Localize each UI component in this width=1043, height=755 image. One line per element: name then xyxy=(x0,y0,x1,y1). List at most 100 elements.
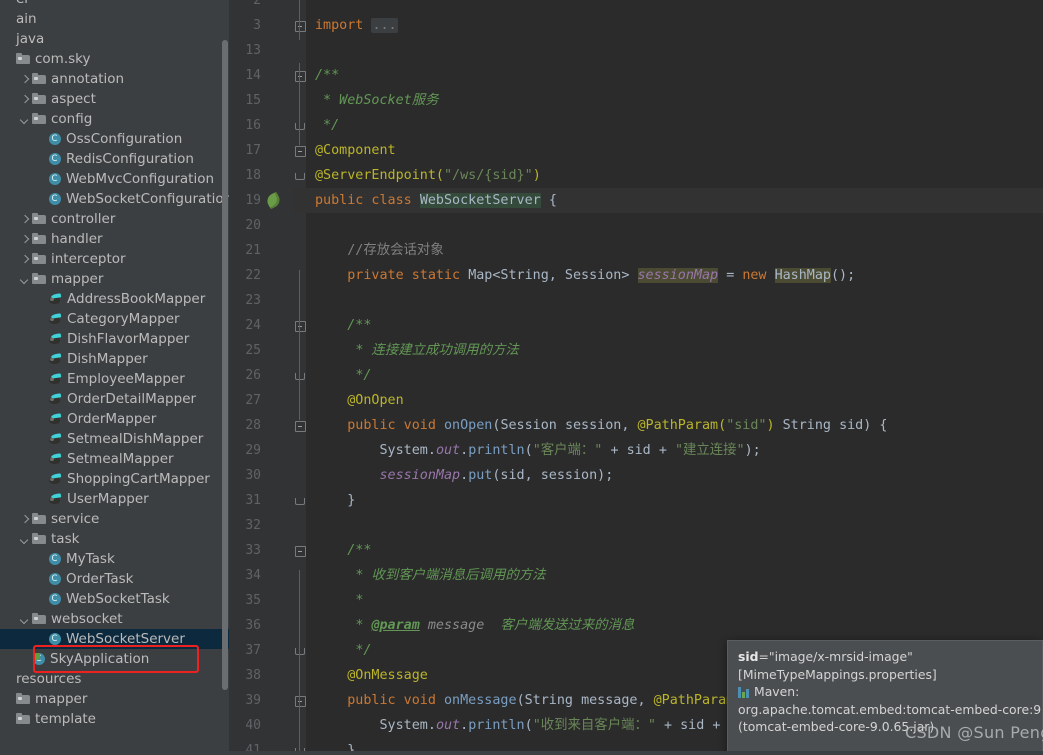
folder-icon xyxy=(32,112,47,126)
tree-item-dishflavormapper[interactable]: DishFlavorMapper xyxy=(0,329,229,349)
tree-item-java[interactable]: java xyxy=(0,29,229,49)
code-line[interactable]: 27 @OnOpen xyxy=(229,388,1043,413)
code-line[interactable]: 3 import ... xyxy=(229,13,1043,38)
code-line[interactable]: 35 * xyxy=(229,588,1043,613)
tree-item-websocket[interactable]: websocket xyxy=(0,609,229,629)
tree-item-task[interactable]: task xyxy=(0,529,229,549)
code-line[interactable]: 21 //存放会话对象 xyxy=(229,238,1043,263)
tree-item-aspect[interactable]: aspect xyxy=(0,89,229,109)
code-line[interactable]: 30 sessionMap.put(sid, session); xyxy=(229,463,1043,488)
code-line[interactable]: 34 * 收到客户端消息后调用的方法 xyxy=(229,563,1043,588)
tree-item-interceptor[interactable]: interceptor xyxy=(0,249,229,269)
tree-item-shoppingcartmapper[interactable]: ShoppingCartMapper xyxy=(0,469,229,489)
chevron-right-icon[interactable] xyxy=(20,74,31,85)
fold-marker-minus[interactable] xyxy=(295,696,306,707)
tree-no-chevron xyxy=(4,0,15,5)
code-line[interactable]: 14 /** xyxy=(229,63,1043,88)
java-class-icon: C xyxy=(48,132,62,146)
chevron-right-icon[interactable] xyxy=(20,234,31,245)
code-line[interactable]: 31 } xyxy=(229,488,1043,513)
tree-item-label: resources xyxy=(16,671,82,687)
tree-item-er[interactable]: er xyxy=(0,0,229,9)
code-line[interactable]: 20 xyxy=(229,213,1043,238)
tree-no-chevron xyxy=(36,374,47,385)
chevron-right-icon[interactable] xyxy=(20,514,31,525)
fold-marker-plus[interactable] xyxy=(295,21,306,32)
tree-item-setmealmapper[interactable]: SetmealMapper xyxy=(0,449,229,469)
mybatis-mapper-icon xyxy=(48,313,63,326)
code-line[interactable]: 18 @ServerEndpoint("/ws/{sid}") xyxy=(229,163,1043,188)
tree-item-annotation[interactable]: annotation xyxy=(0,69,229,89)
tree-item-websockettask[interactable]: C WebSocketTask xyxy=(0,589,229,609)
project-tool-window[interactable]: erainjavacom.skyannotationaspectconfigCO… xyxy=(0,0,229,755)
tree-item-service[interactable]: service xyxy=(0,509,229,529)
tree-item-setmealdishmapper[interactable]: SetmealDishMapper xyxy=(0,429,229,449)
project-tree-scrollbar[interactable] xyxy=(221,0,229,755)
tree-item-ossconfiguration[interactable]: C OssConfiguration xyxy=(0,129,229,149)
tree-item-webmvcconfiguration[interactable]: C WebMvcConfiguration xyxy=(0,169,229,189)
chevron-right-icon[interactable] xyxy=(20,254,31,265)
folder-icon xyxy=(16,692,31,706)
tree-item-label: er xyxy=(16,0,30,7)
tree-item-template[interactable]: template xyxy=(0,709,229,729)
fold-marker-minus[interactable] xyxy=(295,71,306,82)
tree-item-config[interactable]: config xyxy=(0,109,229,129)
code-line[interactable]: 32 xyxy=(229,513,1043,538)
code-line[interactable]: 24 /** xyxy=(229,313,1043,338)
code-line[interactable]: 22 private static Map<String, Session> s… xyxy=(229,263,1043,288)
spring-bean-gutter-icon[interactable] xyxy=(264,191,283,210)
chevron-right-icon[interactable] xyxy=(20,214,31,225)
code-line[interactable]: 17 @Component xyxy=(229,138,1043,163)
code-line[interactable]: 26 */ xyxy=(229,363,1043,388)
chevron-right-icon[interactable] xyxy=(20,94,31,105)
code-line[interactable]: 23 xyxy=(229,288,1043,313)
tree-item-ordermapper[interactable]: OrderMapper xyxy=(0,409,229,429)
tree-item-dishmapper[interactable]: DishMapper xyxy=(0,349,229,369)
tree-item-employeemapper[interactable]: EmployeeMapper xyxy=(0,369,229,389)
line-number: 14 xyxy=(245,68,261,83)
tree-item-ordertask[interactable]: C OrderTask xyxy=(0,569,229,589)
tree-item-mapper[interactable]: mapper xyxy=(0,269,229,289)
tree-item-mapper[interactable]: mapper xyxy=(0,689,229,709)
chevron-down-icon[interactable] xyxy=(20,614,31,625)
tree-item-categorymapper[interactable]: CategoryMapper xyxy=(0,309,229,329)
tree-item-handler[interactable]: handler xyxy=(0,229,229,249)
fold-marker-endb[interactable] xyxy=(295,171,305,180)
chevron-down-icon[interactable] xyxy=(20,114,31,125)
code-line[interactable]: 19 public class WebSocketServer { xyxy=(229,188,1043,213)
tree-item-ain[interactable]: ain xyxy=(0,9,229,29)
code-line[interactable]: 33 /** xyxy=(229,538,1043,563)
fold-marker-endb[interactable] xyxy=(295,496,305,505)
line-number: 33 xyxy=(245,543,261,558)
code-line[interactable]: 16 */ xyxy=(229,113,1043,138)
code-line[interactable]: 13 xyxy=(229,38,1043,63)
code-line[interactable]: 25 * 连接建立成功调用的方法 xyxy=(229,338,1043,363)
tree-item-usermapper[interactable]: UserMapper xyxy=(0,489,229,509)
chevron-down-icon[interactable] xyxy=(20,534,31,545)
fold-marker-minus[interactable] xyxy=(295,146,306,157)
tree-item-skyapplication[interactable]: C SkyApplication xyxy=(0,649,229,669)
fold-marker-minus[interactable] xyxy=(295,321,306,332)
tree-item-controller[interactable]: controller xyxy=(0,209,229,229)
chevron-down-icon[interactable] xyxy=(20,274,31,285)
scrollbar-thumb[interactable] xyxy=(222,40,228,690)
tree-item-mytask[interactable]: C MyTask xyxy=(0,549,229,569)
tree-item-com-sky[interactable]: com.sky xyxy=(0,49,229,69)
code-line[interactable]: 28 public void onOpen(Session session, @… xyxy=(229,413,1043,438)
project-tree[interactable]: erainjavacom.skyannotationaspectconfigCO… xyxy=(0,0,229,729)
tree-item-redisconfiguration[interactable]: C RedisConfiguration xyxy=(0,149,229,169)
tree-item-resources[interactable]: resources xyxy=(0,669,229,689)
code-line[interactable]: 15 * WebSocket服务 xyxy=(229,88,1043,113)
tree-item-websocketconfiguration[interactable]: C WebSocketConfiguration xyxy=(0,189,229,209)
code-line[interactable]: 29 System.out.println("客户端：" + sid + "建立… xyxy=(229,438,1043,463)
code-line[interactable]: 2 xyxy=(229,0,1043,13)
fold-guide-line xyxy=(299,655,300,700)
code-line[interactable]: 36 * @param message 客户端发送过来的消息 xyxy=(229,613,1043,638)
tree-item-addressbookmapper[interactable]: AddressBookMapper xyxy=(0,289,229,309)
fold-marker-minus[interactable] xyxy=(295,546,306,557)
tree-item-orderdetailmapper[interactable]: OrderDetailMapper xyxy=(0,389,229,409)
fold-marker-minus[interactable] xyxy=(295,421,306,432)
line-number: 17 xyxy=(245,143,261,158)
code-text: /** xyxy=(347,543,372,558)
tree-item-websocketserver[interactable]: C WebSocketServer xyxy=(0,629,229,649)
